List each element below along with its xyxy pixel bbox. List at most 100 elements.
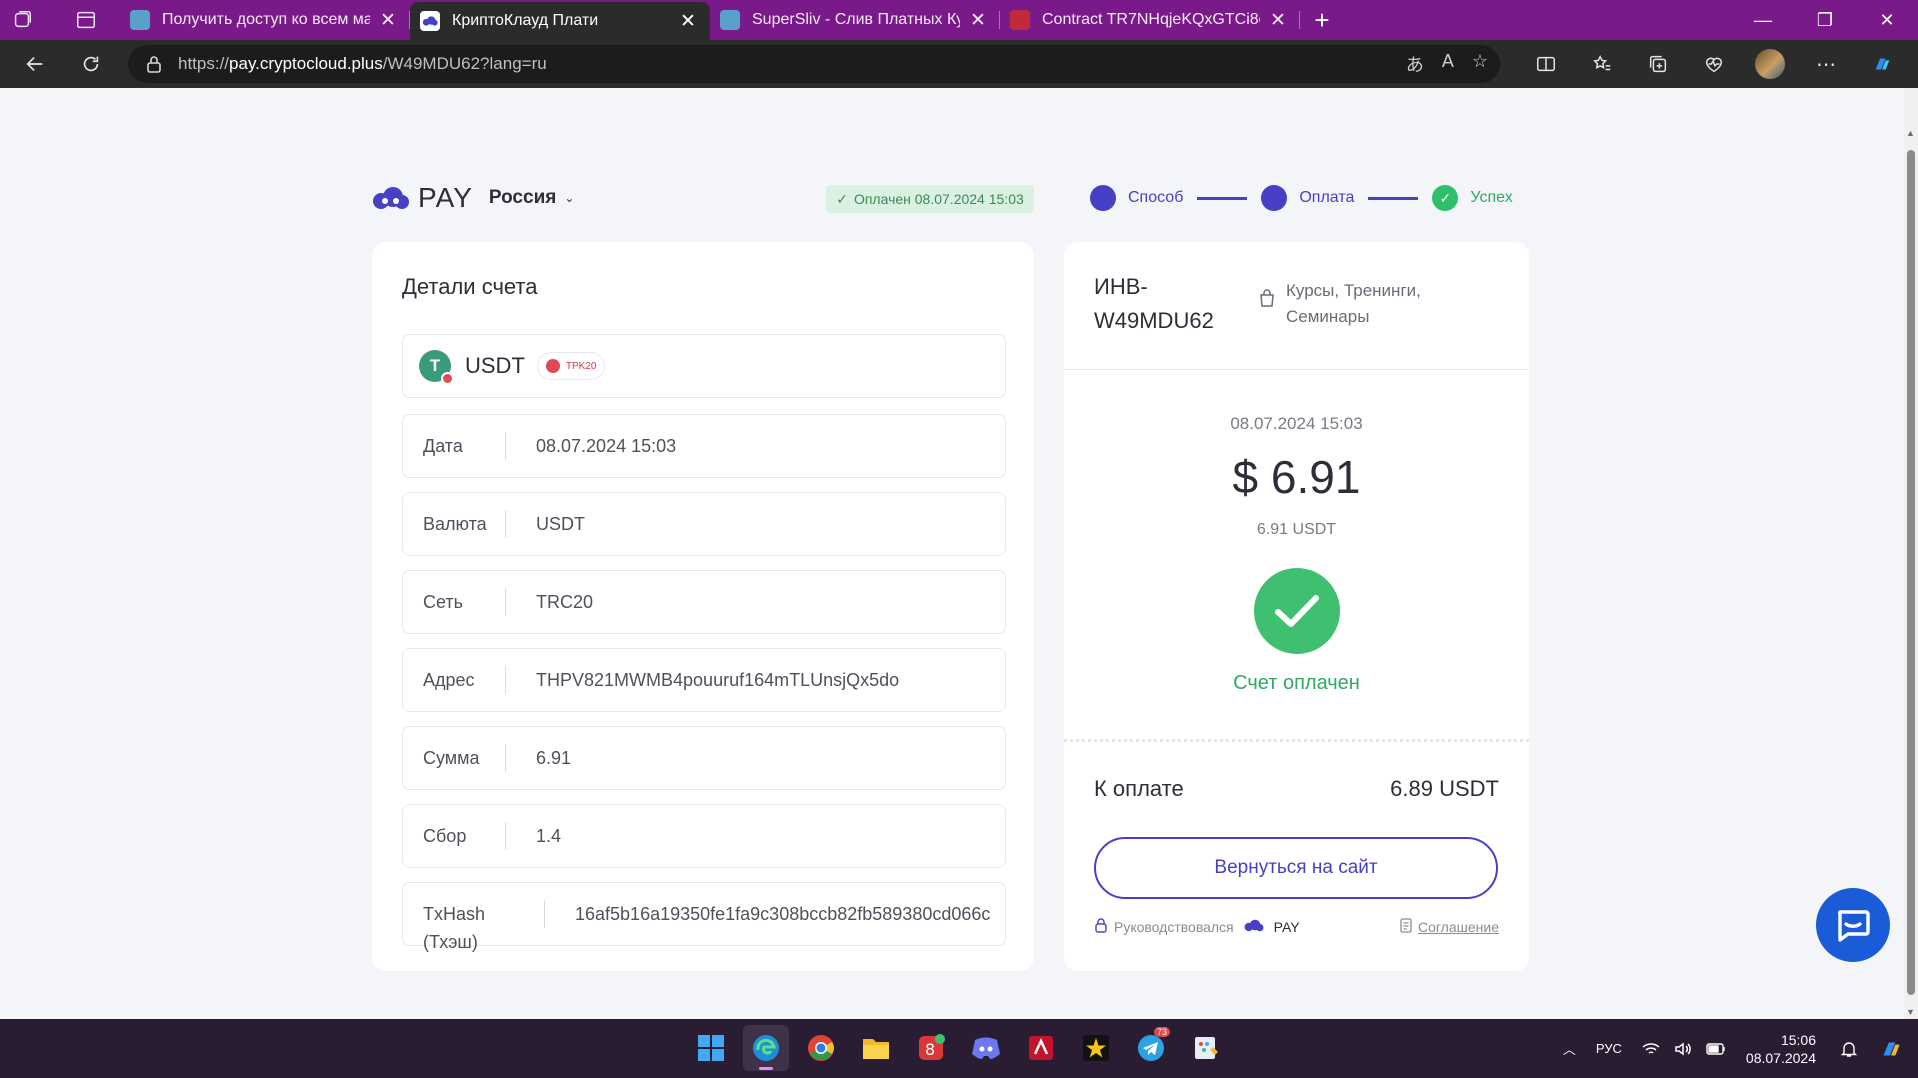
profile-avatar[interactable] bbox=[1742, 44, 1798, 84]
invoice-crypto-amount: 6.91 USDT bbox=[1256, 521, 1337, 538]
translate-icon[interactable]: あ bbox=[1406, 51, 1424, 77]
page-scrollbar[interactable]: ▲ ▼ bbox=[1904, 88, 1918, 1019]
paint-app-icon[interactable] bbox=[1183, 1025, 1229, 1071]
tab-title: Получить доступ ко всем матер bbox=[162, 11, 370, 28]
restore-button[interactable]: ❐ bbox=[1794, 0, 1856, 40]
new-tab-button[interactable]: + bbox=[1300, 0, 1344, 40]
chevron-down-icon[interactable]: ⌄ bbox=[564, 191, 574, 205]
invoice-details-card: Детали счета T USDT TPK20 Дата 08.07.202… bbox=[372, 242, 1034, 971]
notifications-bell-icon[interactable] bbox=[1830, 1040, 1868, 1058]
browser-tab[interactable]: Получить доступ ко всем матер ✕ bbox=[120, 0, 410, 40]
favorite-star-icon[interactable]: ☆ bbox=[1472, 51, 1488, 77]
start-windows-icon[interactable] bbox=[688, 1025, 734, 1071]
system-clock[interactable]: 15:06 08.07.2024 bbox=[1736, 1031, 1830, 1067]
powered-by: Руководствовался PAY bbox=[1094, 918, 1300, 936]
success-check-icon bbox=[1254, 568, 1340, 654]
payment-status: Счет оплачен bbox=[1233, 672, 1360, 694]
step-connector bbox=[1197, 196, 1248, 200]
step-dot-payment bbox=[1261, 185, 1288, 211]
collections-icon[interactable] bbox=[1630, 44, 1686, 84]
back-arrow-icon[interactable] bbox=[12, 44, 58, 84]
row-label: Сумма bbox=[403, 744, 506, 772]
tab-title: Contract TR7NHqjeKQxGTCi8q8Z bbox=[1042, 11, 1260, 28]
divider bbox=[1064, 369, 1529, 370]
show-hidden-icons-chevron-icon[interactable]: ︿ bbox=[1553, 1039, 1586, 1058]
browser-tab-active[interactable]: КриптоКлауд Плати ✕ bbox=[410, 2, 710, 40]
step-done-check-icon: ✓ bbox=[1432, 185, 1459, 211]
close-tab-icon[interactable]: ✕ bbox=[376, 9, 400, 32]
cryptocloud-logo-icon bbox=[1244, 919, 1264, 935]
check-icon: ✓ bbox=[836, 190, 848, 207]
browser-tab[interactable]: Contract TR7NHqjeKQxGTCi8q8Z ✕ bbox=[1000, 0, 1300, 40]
copilot-icon[interactable] bbox=[1854, 44, 1910, 84]
invoice-amount: $ 6.91 bbox=[1232, 451, 1361, 503]
scroll-thumb[interactable] bbox=[1907, 150, 1915, 995]
battery-icon[interactable] bbox=[1696, 1042, 1736, 1055]
chat-support-button[interactable] bbox=[1816, 888, 1890, 962]
browser-tab[interactable]: SuperSliv - Слив Платных Курсо ✕ bbox=[710, 0, 1000, 40]
workspaces-icon[interactable] bbox=[0, 0, 44, 40]
row-value[interactable]: THPV821MWMB4pouuruf164mTLUnsjQx5do bbox=[506, 670, 899, 691]
return-to-site-button[interactable]: Вернуться на сайт bbox=[1094, 837, 1498, 899]
lock-icon[interactable] bbox=[146, 55, 162, 73]
country-selector[interactable]: Россия bbox=[489, 187, 556, 209]
star-app-icon[interactable] bbox=[1073, 1025, 1119, 1071]
scroll-up-icon[interactable]: ▲ bbox=[1906, 128, 1915, 138]
favorites-icon[interactable] bbox=[1574, 44, 1630, 84]
volume-icon[interactable] bbox=[1670, 1041, 1696, 1057]
copilot-taskbar-icon[interactable] bbox=[1868, 1036, 1918, 1062]
shopping-bag-icon bbox=[1258, 288, 1276, 330]
tab-title: SuperSliv - Слив Платных Курсо bbox=[752, 11, 960, 28]
info-row-txhash: TxHash (Тхэш) 16af5b16a19350fe1fa9c308bc… bbox=[402, 882, 1006, 952]
row-value: 6.91 bbox=[536, 747, 572, 768]
close-tab-icon[interactable]: ✕ bbox=[966, 9, 990, 32]
minimize-button[interactable]: — bbox=[1732, 0, 1794, 40]
row-label: Дата bbox=[403, 432, 506, 460]
telegram-icon[interactable]: 73 bbox=[1128, 1025, 1174, 1071]
app-checklist-icon[interactable]: 8 bbox=[908, 1025, 954, 1071]
discord-icon[interactable] bbox=[963, 1025, 1009, 1071]
logo-text: PAY bbox=[418, 182, 473, 213]
to-pay-value: 6.89 USDT bbox=[1390, 776, 1499, 801]
info-row-network: Сеть TRC20 bbox=[402, 570, 1006, 634]
edge-browser-icon[interactable] bbox=[743, 1025, 789, 1071]
url-text[interactable]: https://pay.cryptocloud.plus/W49MDU62?la… bbox=[178, 54, 1406, 74]
row-value[interactable]: 16af5b16a19350fe1fa9c308bccb82fb589380cd… bbox=[545, 904, 990, 925]
browser-essentials-icon[interactable] bbox=[1686, 44, 1742, 84]
read-aloud-icon[interactable]: A bbox=[1442, 51, 1454, 77]
refresh-icon[interactable] bbox=[68, 44, 114, 84]
close-tab-icon[interactable]: ✕ bbox=[1266, 9, 1290, 32]
split-screen-icon[interactable] bbox=[1518, 44, 1574, 84]
payment-steps: Способ Оплата ✓ Успех bbox=[1090, 185, 1513, 211]
tab-actions-icon[interactable] bbox=[64, 0, 108, 40]
file-explorer-icon[interactable] bbox=[853, 1025, 899, 1071]
adobe-app-icon[interactable] bbox=[1018, 1025, 1064, 1071]
info-row-address: Адрес THPV821MWMB4pouuruf164mTLUnsjQx5do bbox=[402, 648, 1006, 712]
document-icon bbox=[1400, 918, 1412, 936]
address-bar[interactable]: https://pay.cryptocloud.plus/W49MDU62?la… bbox=[128, 45, 1500, 83]
step-dot-method bbox=[1090, 185, 1116, 211]
telegram-badge: 73 bbox=[1153, 1027, 1170, 1037]
close-window-button[interactable]: ✕ bbox=[1856, 0, 1918, 40]
wifi-icon[interactable] bbox=[1632, 1042, 1670, 1056]
page-header: PAY Россия ⌄ bbox=[372, 180, 574, 216]
more-menu-icon[interactable]: ⋯ bbox=[1798, 44, 1854, 84]
agreement-link[interactable]: Соглашение bbox=[1400, 918, 1499, 936]
cryptocloud-logo-icon bbox=[372, 186, 410, 210]
scroll-down-icon[interactable]: ▼ bbox=[1906, 1007, 1915, 1017]
invoice-id: ИНВ- W49MDU62 bbox=[1094, 274, 1214, 333]
keyboard-language[interactable]: РУС bbox=[1586, 1041, 1632, 1056]
invoice-summary-card: ИНВ- W49MDU62 Курсы, Тренинги, Семинары … bbox=[1064, 242, 1529, 971]
step-label-success: Успех bbox=[1470, 189, 1513, 206]
svg-text:8: 8 bbox=[925, 1040, 935, 1059]
row-value: 1.4 bbox=[536, 825, 562, 846]
invoice-category: Курсы, Тренинги, Семинары bbox=[1258, 278, 1421, 330]
to-pay-label: К оплате bbox=[1094, 776, 1184, 801]
network-badge: TPK20 bbox=[536, 352, 606, 380]
chrome-icon[interactable] bbox=[798, 1025, 844, 1071]
tether-icon: T bbox=[419, 350, 454, 385]
invoice-date: 08.07.2024 15:03 bbox=[1230, 414, 1363, 433]
close-tab-icon[interactable]: ✕ bbox=[676, 10, 700, 33]
row-value: TRC20 bbox=[536, 591, 594, 612]
browser-toolbar: https://pay.cryptocloud.plus/W49MDU62?la… bbox=[0, 40, 1918, 88]
